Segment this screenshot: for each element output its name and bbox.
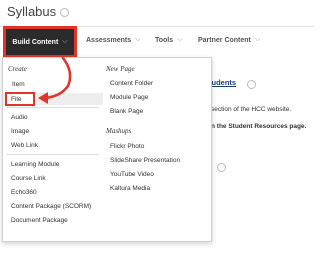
annotation-arrow-icon: [38, 56, 72, 104]
